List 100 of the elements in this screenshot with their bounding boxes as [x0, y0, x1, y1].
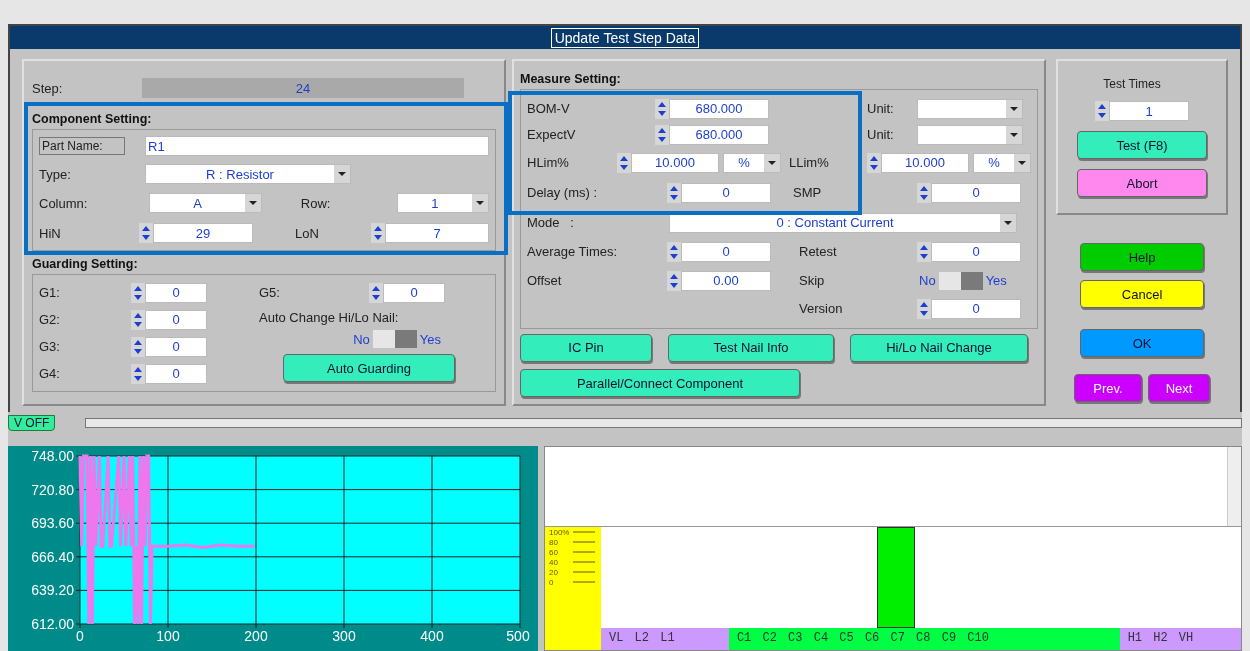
number-field[interactable]: 0: [931, 182, 1021, 203]
dialog-button[interactable]: Cancel: [1080, 280, 1205, 308]
field-label: G5:: [259, 285, 281, 300]
spin-icon[interactable]: [655, 98, 669, 119]
dialog-button[interactable]: OK: [1080, 329, 1205, 357]
number-field[interactable]: 10.000: [631, 152, 719, 173]
spin-icon[interactable]: [131, 309, 145, 330]
action-button[interactable]: Test Nail Info: [668, 333, 834, 362]
field-label: Row:: [300, 195, 332, 211]
field-label: HiN: [39, 225, 62, 241]
toggle-label: No: [919, 273, 936, 289]
field-label: Unit:: [867, 101, 895, 117]
number-field[interactable]: 0: [145, 336, 207, 357]
range-label: H1 H2 VH: [1119, 628, 1241, 650]
window-title: Update Test Step Data: [550, 27, 700, 48]
spin-icon[interactable]: [369, 282, 383, 303]
nav-button[interactable]: Next: [1148, 374, 1211, 402]
section-title: Measure Setting:: [520, 71, 622, 89]
number-field[interactable]: 0.00: [681, 270, 771, 291]
spin-icon[interactable]: [371, 223, 385, 243]
field-label: Average Times:: [527, 244, 619, 260]
range-label: VL L2 L1: [601, 628, 729, 650]
caret-icon[interactable]: [1000, 213, 1016, 232]
dialog-button[interactable]: Help: [1080, 243, 1205, 271]
number-field[interactable]: 0: [383, 282, 445, 303]
caret-icon[interactable]: [764, 153, 780, 172]
spin-icon[interactable]: [1095, 101, 1110, 121]
toggle-switch[interactable]: [938, 271, 983, 290]
spin-icon[interactable]: [131, 282, 145, 303]
tick-label: 748.00: [31, 448, 74, 464]
spin-icon[interactable]: [131, 363, 145, 384]
spin-icon[interactable]: [667, 182, 681, 203]
abort-button[interactable]: Abort: [1077, 169, 1208, 197]
spin-icon[interactable]: [617, 152, 631, 173]
scrollbar[interactable]: [1227, 447, 1241, 526]
parallel-connect-button[interactable]: Parallel/Connect Component: [520, 369, 800, 398]
spin-icon[interactable]: [655, 124, 669, 145]
field-label: LLim%: [789, 155, 830, 171]
caret-icon[interactable]: [472, 194, 488, 212]
scale-label: 20: [549, 567, 558, 577]
dropdown[interactable]: %: [723, 152, 781, 173]
spin-icon[interactable]: [667, 241, 681, 262]
number-field[interactable]: 10.000: [881, 152, 969, 173]
number-field[interactable]: 0: [145, 363, 207, 384]
number-field[interactable]: 0: [931, 298, 1021, 319]
dropdown[interactable]: %: [973, 152, 1031, 173]
number-field[interactable]: 0: [931, 241, 1021, 262]
field-label: G3:: [39, 339, 61, 354]
number-field[interactable]: 0: [145, 309, 207, 330]
caret-icon[interactable]: [245, 194, 262, 212]
caret-icon[interactable]: [1006, 99, 1022, 118]
dropdown[interactable]: R : Resistor: [145, 164, 351, 184]
spin-icon[interactable]: [139, 223, 153, 243]
tick-label: 100: [156, 628, 180, 644]
section-title: Guarding Setting:: [32, 256, 139, 273]
caret-icon[interactable]: [1014, 153, 1030, 172]
toggle-switch[interactable]: [372, 330, 417, 348]
scale-label: 80: [549, 537, 558, 547]
field-label: G2:: [39, 312, 61, 327]
number-field[interactable]: 680.000: [669, 98, 769, 119]
field-label: Auto Change Hi/Lo Nail:: [259, 309, 399, 325]
scale-label: 60: [549, 547, 558, 557]
auto-guarding-button[interactable]: Auto Guarding: [283, 354, 455, 382]
spin-icon[interactable]: [867, 152, 881, 173]
tick-label: 0: [76, 628, 84, 644]
status-tab[interactable]: V OFF: [8, 415, 56, 431]
spin-icon[interactable]: [667, 270, 681, 291]
number-field[interactable]: 7: [385, 223, 489, 243]
number-field[interactable]: 1: [1109, 101, 1190, 121]
tick-label: 300: [332, 628, 356, 644]
caret-icon[interactable]: [334, 165, 350, 183]
scale-label: 40: [549, 557, 558, 567]
scrollbar[interactable]: [85, 418, 1242, 428]
number-field[interactable]: 0: [681, 241, 771, 262]
tick-mark-icon: [573, 559, 595, 565]
tick-label: 639.20: [31, 582, 74, 599]
tick-label: 200: [244, 628, 268, 644]
number-field[interactable]: 29: [153, 223, 253, 243]
spin-icon[interactable]: [917, 241, 931, 262]
nav-button[interactable]: Prev.: [1074, 374, 1143, 402]
field-label: ExpectV: [527, 127, 577, 143]
number-field[interactable]: 680.000: [669, 124, 769, 145]
dropdown[interactable]: A: [149, 193, 263, 213]
tick-label: 720.80: [31, 481, 74, 498]
caret-icon[interactable]: [1006, 125, 1022, 144]
spin-icon[interactable]: [917, 182, 931, 203]
dropdown[interactable]: 1: [396, 193, 489, 213]
action-button[interactable]: IC Pin: [520, 333, 652, 362]
number-field[interactable]: 0: [681, 182, 771, 203]
field-label: Test Times: [1103, 77, 1161, 91]
field-label: Unit:: [867, 127, 895, 143]
tick-mark-icon: [573, 549, 595, 555]
range-label: C1 C2 C3 C4 C5 C6 C7 C8 C9 C10: [728, 628, 1120, 650]
spin-icon[interactable]: [131, 336, 145, 357]
part-name-field[interactable]: R1: [145, 136, 489, 156]
test-button[interactable]: Test (F8): [1077, 131, 1208, 159]
action-button[interactable]: Hi/Lo Nail Change: [850, 333, 1028, 362]
number-field[interactable]: 0: [145, 282, 207, 303]
tick-label: 666.40: [31, 548, 74, 565]
spin-icon[interactable]: [917, 298, 931, 319]
